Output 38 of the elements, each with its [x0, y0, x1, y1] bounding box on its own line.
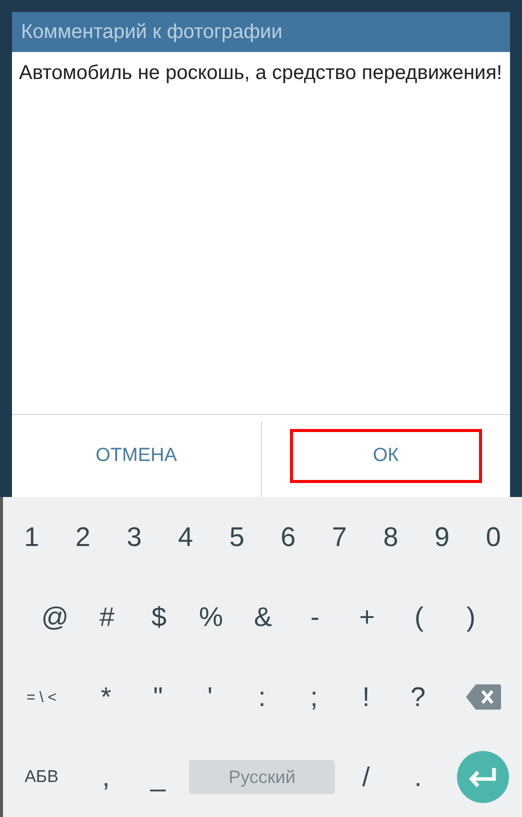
dialog-button[interactable]: ОТМЕНА — [40, 429, 232, 483]
keyboard-key[interactable]: 1 — [20, 520, 44, 554]
keyboard-key[interactable]: 5 — [225, 520, 248, 554]
keyboard-key[interactable]: 2 — [71, 520, 94, 554]
keyboard-key[interactable]: * — [96, 680, 116, 714]
keyboard-key[interactable]: - — [306, 600, 324, 634]
keyboard-key[interactable]: 0 — [482, 520, 505, 554]
keyboard-key[interactable]: + — [355, 600, 379, 634]
dialog-button[interactable]: ОК — [290, 429, 482, 483]
keyboard-key[interactable]: % — [194, 600, 227, 634]
keyboard-key[interactable]: = \ < — [22, 686, 61, 708]
keyboard-key[interactable]: 4 — [174, 520, 198, 554]
keyboard-key[interactable]: ; — [306, 680, 322, 714]
keyboard-key[interactable]: , — [98, 760, 114, 794]
keyboard-key[interactable]: # — [95, 600, 119, 634]
keyboard-key[interactable]: ? — [406, 680, 430, 714]
keyboard-key[interactable]: . — [410, 760, 426, 794]
keyboard-key[interactable]: ! — [358, 680, 374, 714]
keyboard-key[interactable]: 8 — [379, 520, 402, 554]
keyboard-key[interactable]: ' — [203, 680, 217, 714]
keyboard-key[interactable]: @ — [37, 600, 73, 634]
dialog-title: Комментарий к фотографии — [12, 12, 510, 52]
keyboard-key[interactable]: АБВ — [20, 765, 62, 789]
keyboard-key[interactable]: $ — [147, 600, 171, 634]
keyboard-key[interactable]: 6 — [276, 520, 300, 554]
keyboard-key[interactable]: & — [250, 600, 276, 634]
keyboard-key[interactable]: 7 — [328, 520, 351, 554]
keyboard-key[interactable]: / — [358, 760, 374, 794]
keyboard-key[interactable]: " — [149, 680, 167, 714]
keyboard-key[interactable]: ( — [410, 600, 428, 634]
keyboard-key[interactable]: ) — [462, 600, 480, 634]
backspace-icon[interactable] — [466, 684, 500, 710]
keyboard-key[interactable]: _ — [146, 760, 170, 794]
keyboard-key[interactable]: 3 — [122, 520, 146, 554]
enter-icon[interactable] — [457, 751, 509, 803]
comment-field[interactable]: Автомобиль не роскошь, а средство передвижения! — [12, 52, 510, 414]
keyboard-key[interactable]: 9 — [430, 520, 454, 554]
keyboard-key[interactable]: : — [254, 680, 270, 714]
